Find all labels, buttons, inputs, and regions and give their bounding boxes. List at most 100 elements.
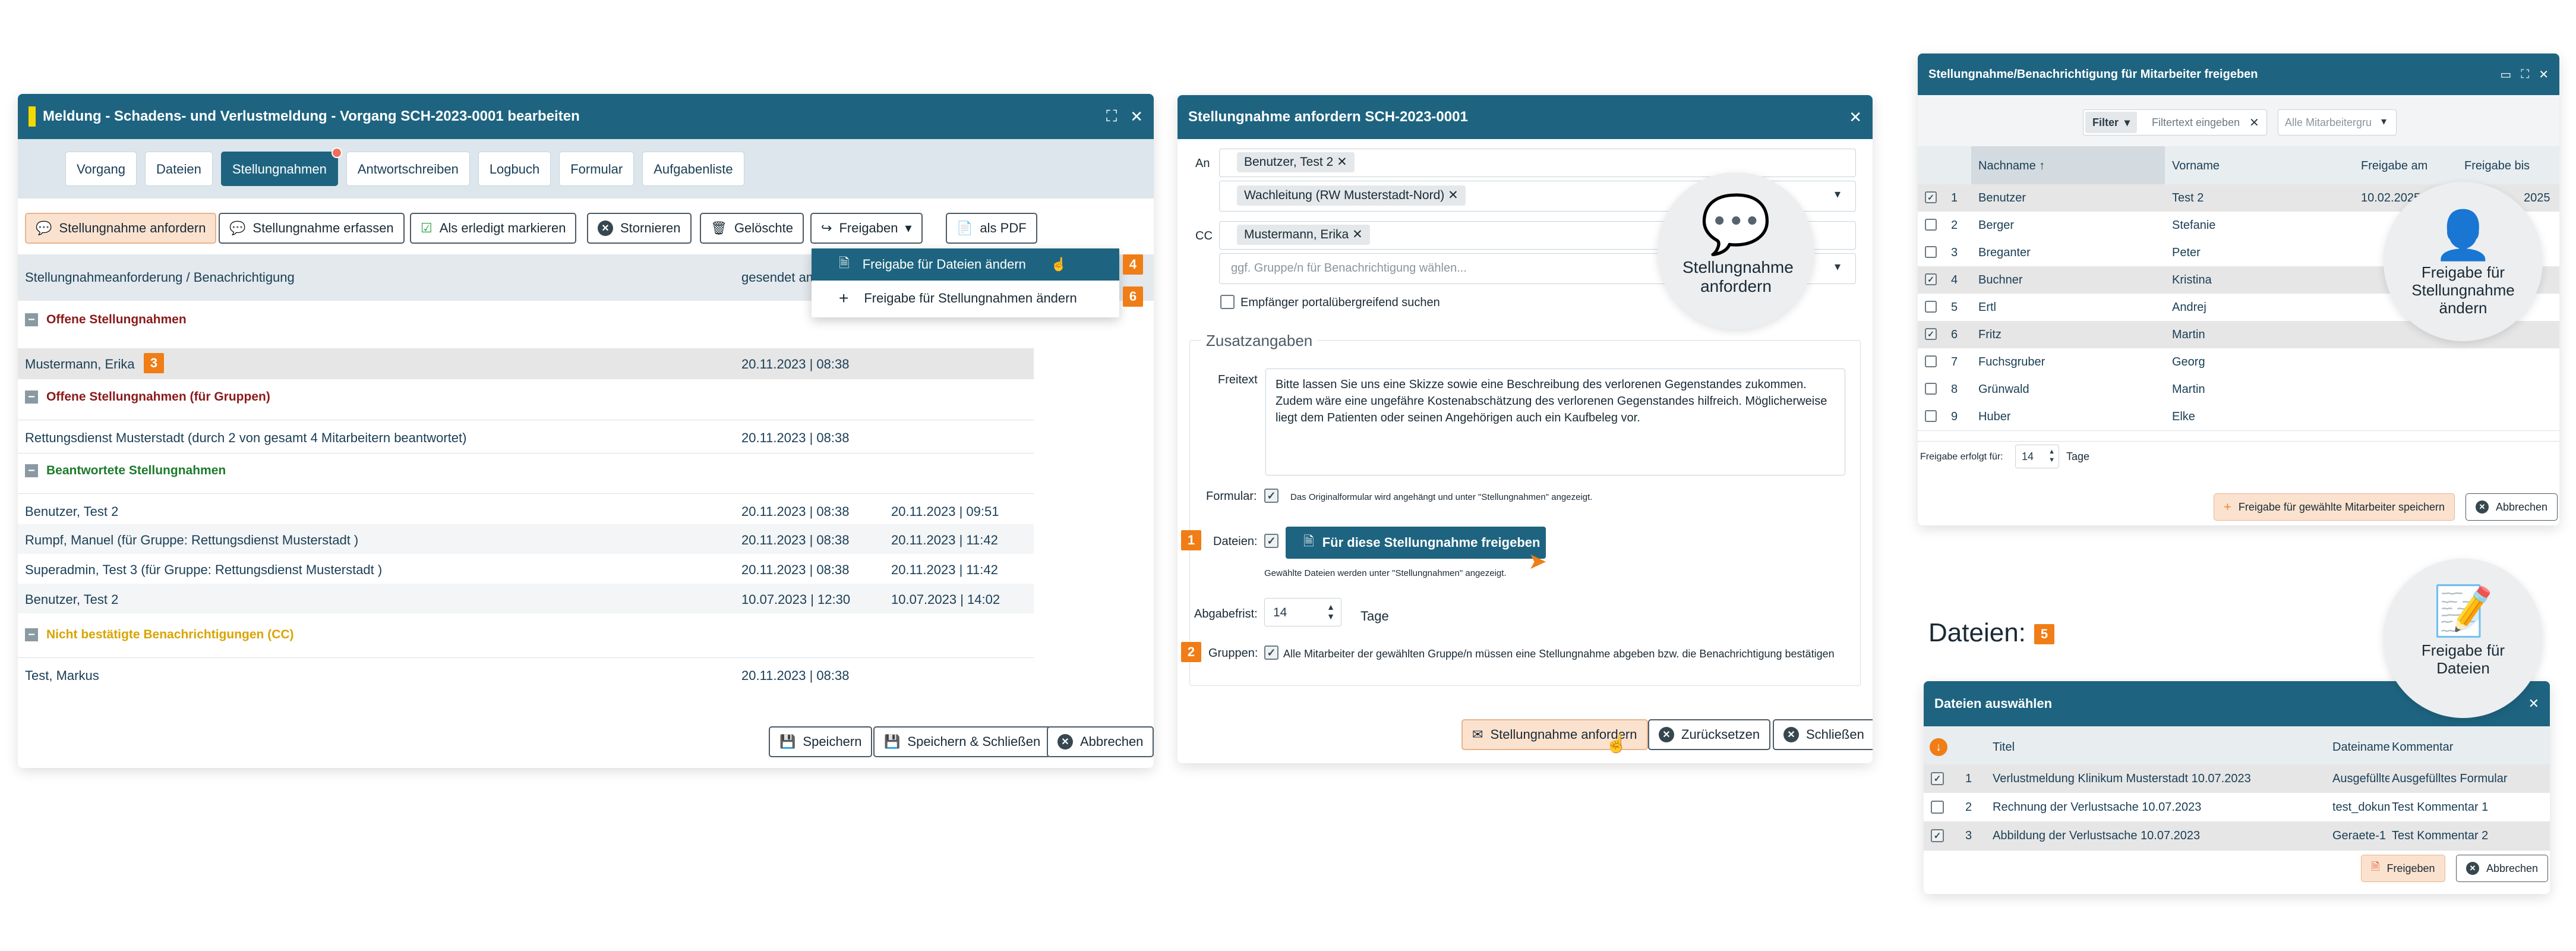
row-checkbox[interactable] xyxy=(1925,219,1937,231)
row-checkbox[interactable]: ✓ xyxy=(1925,328,1937,340)
user-check-icon: 👤 xyxy=(2433,209,2493,262)
stellungnahme-anfordern-button[interactable]: 💬 Stellungnahme anfordern xyxy=(25,213,217,244)
column-freigabe-bis[interactable]: Freigabe bis xyxy=(2464,159,2530,173)
dateien-checkbox[interactable]: ✓ xyxy=(1264,534,1278,548)
stepper-arrows-icon[interactable]: ▲ ▼ xyxy=(1327,602,1335,621)
group-beantwortet[interactable]: − Beantwortete Stellungnahmen xyxy=(25,464,226,478)
cc-chip[interactable]: Mustermann, Erika ✕ xyxy=(1237,225,1370,245)
recipient-chip[interactable]: Wachleitung (RW Musterstadt-Nord) ✕ xyxy=(1237,185,1466,206)
formular-checkbox[interactable]: ✓ xyxy=(1264,489,1278,503)
row-name[interactable]: Rettungsdienst Musterstadt (durch 2 von … xyxy=(25,430,466,446)
row-nachname: Huber xyxy=(1978,410,2011,423)
group-offene[interactable]: − Offene Stellungnahmen xyxy=(25,313,187,327)
close-icon[interactable]: ✕ xyxy=(2539,67,2549,82)
row-checkbox[interactable]: ✓ xyxy=(1925,191,1937,203)
dateien-freigeben-button[interactable]: 🗎 Für diese Stellungnahme freigeben xyxy=(1286,527,1546,559)
row-name[interactable]: Test, Markus xyxy=(25,668,99,684)
column-vorname[interactable]: Vorname xyxy=(2172,159,2220,173)
freigabe-speichern-button[interactable]: + Freigabe für gewählte Mitarbeiter speic… xyxy=(2214,493,2455,521)
pdf-button[interactable]: 📄 als PDF xyxy=(946,213,1037,244)
stellungnahme-erfassen-button[interactable]: 💬 Stellungnahme erfassen xyxy=(219,213,405,244)
row-nachname: Berger xyxy=(1978,219,2015,232)
row-checkbox[interactable]: ✓ xyxy=(1931,829,1944,842)
maximize-icon[interactable]: ⛶ xyxy=(2521,68,2529,81)
row-name[interactable]: Benutzer, Test 2 xyxy=(25,504,118,519)
freitext-area[interactable]: Bitte lassen Sie uns eine Skizze sowie e… xyxy=(1265,369,1845,476)
chevron-down-icon[interactable]: ▾ xyxy=(1835,259,1841,274)
zuruecksetzen-button[interactable]: ✕ Zurücksetzen xyxy=(1648,719,1771,750)
column-dateiname[interactable]: Dateiname xyxy=(2332,741,2390,754)
row-answered: 20.11.2023 | 11:42 xyxy=(891,562,998,577)
speichern-schliessen-button[interactable]: 💾 Speichern & Schließen xyxy=(873,726,1052,757)
portal-search-checkbox[interactable] xyxy=(1220,295,1235,309)
geloeschte-button[interactable]: 🗑 Gelöschte xyxy=(700,213,804,244)
recipient-chip[interactable]: Benutzer, Test 2 ✕ xyxy=(1237,152,1355,172)
stepper-arrows-icon[interactable]: ▲ ▼ xyxy=(2048,448,2055,464)
close-icon[interactable]: ✕ xyxy=(2528,696,2539,711)
menu-item-stellungnahmen-label: Freigabe für Stellungnahmen ändern xyxy=(864,291,1077,306)
zuruecksetzen-label: Zurücksetzen xyxy=(1681,727,1760,742)
menu-item-stellungnahmen[interactable]: + Freigabe für Stellungnahmen ändern xyxy=(812,282,1119,315)
freigaben-dropdown[interactable]: ↪ Freigaben ▾ xyxy=(810,213,923,244)
row-checkbox[interactable]: ✓ xyxy=(1931,772,1944,785)
erfolgt-stepper[interactable]: 14 ▲ ▼ xyxy=(2015,445,2059,468)
table-row[interactable] xyxy=(1918,403,2559,430)
row-name[interactable]: Benutzer, Test 2 xyxy=(25,592,118,607)
table-row-selected[interactable] xyxy=(18,348,1034,379)
row-name[interactable]: Rumpf, Manuel (für Gruppe: Rettungsdiens… xyxy=(25,533,358,548)
row-checkbox[interactable]: ✓ xyxy=(1925,273,1937,285)
maximize-icon[interactable]: ⛶ xyxy=(1106,107,1117,126)
row-checkbox[interactable] xyxy=(1925,355,1937,367)
cancel-icon: ✕ xyxy=(1659,727,1674,742)
row-checkbox[interactable] xyxy=(1925,383,1937,395)
row-number: 4 xyxy=(1951,273,1958,286)
minimize-icon[interactable]: ▭ xyxy=(2500,67,2511,82)
chip-label: Mustermann, Erika xyxy=(1244,228,1349,241)
row-checkbox[interactable] xyxy=(1931,801,1944,814)
tab-logbuch[interactable]: Logbuch xyxy=(478,152,551,186)
row-name[interactable]: Superadmin, Test 3 (für Gruppe: Rettungs… xyxy=(25,562,382,578)
column-titel[interactable]: Titel xyxy=(1993,741,2015,754)
row-checkbox[interactable] xyxy=(1925,410,1937,422)
tab-stellungnahmen[interactable]: Stellungnahmen xyxy=(220,147,342,186)
tab-aufgabenliste[interactable]: Aufgabenliste xyxy=(642,152,744,186)
menu-item-dateien[interactable]: 🗎 Freigabe für Dateien ändern ☝ xyxy=(812,248,1119,281)
remove-icon[interactable]: ✕ xyxy=(1337,155,1347,169)
schliessen-button[interactable]: ✕ Schließen xyxy=(1773,719,1873,750)
clear-icon[interactable]: ✕ xyxy=(2249,115,2259,130)
als-erledigt-button[interactable]: ☑ Als erledigt markieren xyxy=(410,213,577,244)
filter-dropdown[interactable]: Filter ▾ xyxy=(2085,112,2138,133)
footer-separator xyxy=(1918,441,2559,442)
speichern-label: Speichern xyxy=(803,734,862,749)
tab-formular[interactable]: Formular xyxy=(559,152,634,186)
abbrechen-button[interactable]: ✕ Abbrechen xyxy=(1047,726,1154,757)
gruppen-checkbox[interactable]: ✓ xyxy=(1264,645,1278,660)
dateien-freigeben-button[interactable]: 🗎 Freigeben xyxy=(2361,855,2445,882)
download-icon[interactable]: ↓ xyxy=(1930,738,1947,756)
chevron-down-icon[interactable]: ▾ xyxy=(1835,187,1841,201)
row-checkbox[interactable] xyxy=(1925,301,1937,313)
group-offene-gruppen[interactable]: − Offene Stellungnahmen (für Gruppen) xyxy=(25,390,270,404)
dateien-abbrechen-button[interactable]: ✕ Abbrechen xyxy=(2456,855,2549,882)
filter-input[interactable]: Filtertext eingeben xyxy=(2152,116,2240,129)
group-nicht-bestaetigt-label: Nicht bestätigte Benachrichtigungen (CC) xyxy=(46,628,294,641)
freigabe-abbrechen-button[interactable]: ✕ Abbrechen xyxy=(2465,493,2558,521)
column-freigabe-am[interactable]: Freigabe am xyxy=(2361,159,2427,173)
caret-down-icon[interactable]: ▾ xyxy=(2381,115,2386,128)
stornieren-button[interactable]: ✕ Stornieren xyxy=(587,213,692,244)
row-sent: 20.11.2023 | 08:38 xyxy=(741,357,850,371)
close-icon[interactable]: ✕ xyxy=(1130,108,1143,126)
tab-antwortschreiben[interactable]: Antwortschreiben xyxy=(346,152,470,186)
group-nicht-bestaetigt[interactable]: − Nicht bestätigte Benachrichtigungen (CC… xyxy=(25,628,294,642)
remove-icon[interactable]: ✕ xyxy=(1352,228,1363,241)
abgabefrist-stepper[interactable]: 14 ▲ ▼ xyxy=(1264,598,1341,626)
close-icon[interactable]: ✕ xyxy=(1849,108,1862,127)
row-checkbox[interactable] xyxy=(1925,246,1937,258)
erfolgt-tage: Tage xyxy=(2066,451,2090,462)
column-kommentar[interactable]: Kommentar xyxy=(2392,741,2453,754)
remove-icon[interactable]: ✕ xyxy=(1448,188,1459,202)
tab-vorgang[interactable]: Vorgang xyxy=(65,152,137,186)
column-nachname[interactable]: Nachname ↑ xyxy=(1978,159,2045,173)
speichern-button[interactable]: 💾 Speichern xyxy=(769,726,873,757)
tab-dateien[interactable]: Dateien xyxy=(144,152,213,186)
